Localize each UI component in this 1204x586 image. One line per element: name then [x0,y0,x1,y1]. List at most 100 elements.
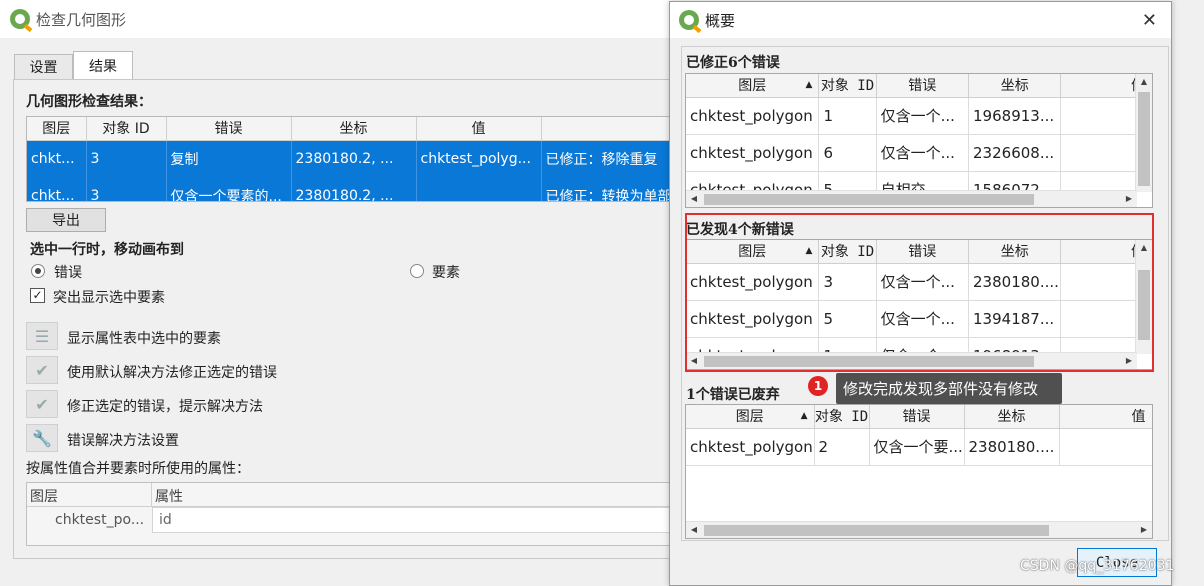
cell-layer: chktest_polygon [686,134,820,172]
col-header-value[interactable]: 值 [1059,405,1152,429]
cell-error: 仅含一个要素的... [166,177,292,201]
cell-resolution: 已修正：转换为单部 [541,177,685,201]
cell-value: chktest_polyg... [416,140,542,177]
col-header-feature-id[interactable]: 对象 ID [818,74,877,98]
discarded-errors-table[interactable]: 图层 ▲ 对象 ID 错误 坐标 值 chktest_polygon 2 仅含一个… [685,404,1153,539]
attr-col-layer: 图层 [30,489,58,505]
scrollbar-thumb[interactable] [704,194,1034,205]
results-table[interactable]: 图层 对象 ID 错误 坐标 值 chkt... 3 复制 2380180.2,… [26,116,686,202]
cell-layer: chkt... [27,140,87,177]
action-resolution-settings[interactable]: 错误解决方法设置 [67,430,179,450]
cell-resolution: 已修正：移除重复 [541,140,685,177]
qgis-logo-icon [679,10,699,30]
col-header-coordinates[interactable]: 坐标 [291,117,417,141]
cell-coordinates: 2380180.... [964,428,1060,466]
cell-coordinates: 2380180.2, ... [291,177,417,201]
radio-feature[interactable] [410,264,424,278]
table-row[interactable]: chktest_polygon 1 仅含一个... 1968913... [686,97,1152,135]
cell-feature-id: 3 [86,140,167,177]
attr-table-header: 图层 属性 [27,483,685,507]
watermark: CSDN @qq_31762031 [1020,558,1175,574]
horizontal-scrollbar[interactable]: ◀ ▶ [686,521,1152,538]
cell-feature-id: 6 [818,134,877,172]
col-header-error[interactable]: 错误 [876,74,970,98]
export-button[interactable]: 导出 [26,208,106,232]
cell-coordinates: 1968913... [968,97,1062,135]
col-header-feature-id[interactable]: 对象 ID [86,117,167,141]
attr-row-layer: chktest_po... [55,512,145,528]
highlight-checkbox[interactable]: ✓ [30,288,45,303]
highlight-box [685,213,1154,372]
attr-col-divider [151,483,152,507]
scroll-up-icon[interactable]: ▲ [1136,74,1152,90]
cell-coordinates: 2380180.2, ... [291,140,417,177]
cell-layer: chktest_polygon [686,97,820,135]
action-show-in-attribute-table[interactable]: 显示属性表中选中的要素 [67,328,221,348]
cell-value [1059,428,1152,466]
col-header-layer[interactable]: 图层 ▲ [686,74,820,98]
wrench-icon[interactable]: 🔧 [26,424,58,452]
section-title-fixed: 已修正6个错误 [686,55,780,71]
tab-results[interactable]: 结果 [73,51,133,80]
attr-col-attribute: 属性 [155,489,183,505]
sort-up-icon: ▲ [805,80,813,90]
cell-coordinates: 2326608... [968,134,1062,172]
tab-settings[interactable]: 设置 [14,54,73,79]
fix-prompt-icon[interactable]: ✔ [26,390,58,418]
cell-error: 仅含一个要... [869,428,965,466]
annotation-badge: 1 [808,376,828,396]
cell-feature-id: 3 [86,177,167,201]
action-fix-prompt[interactable]: 修正选定的错误，提示解决方法 [67,396,263,416]
col-header-layer[interactable]: 图层 ▲ [686,405,815,429]
sort-up-icon: ▲ [800,411,808,421]
scrollbar-thumb[interactable] [704,525,1049,536]
merge-attribute-table: 图层 属性 chktest_po... id [26,482,686,546]
qgis-logo-icon [10,9,30,29]
col-header-layer[interactable]: 图层 [27,117,87,141]
cell-layer: chktest_polygon [686,428,815,466]
move-canvas-label: 选中一行时，移动画布到 [30,242,184,258]
table-row[interactable]: chktest_polygon 2 仅含一个要... 2380180.... [686,428,1152,466]
vertical-scrollbar[interactable]: ▲ [1135,74,1152,192]
close-icon[interactable]: ✕ [1142,10,1157,31]
main-window-title: 检查几何图形 [36,10,127,29]
cell-error: 复制 [166,140,292,177]
radio-error-label[interactable]: 错误 [54,262,82,282]
table-row[interactable]: chkt... 3 仅含一个要素的... 2380180.2, ... 已修正：… [27,177,685,201]
col-header-feature-id[interactable]: 对象 ID [814,405,870,429]
summary-dialog-title: 概要 [705,11,736,30]
col-header-error[interactable]: 错误 [869,405,965,429]
action-fix-default[interactable]: 使用默认解决方法修正选定的错误 [67,362,277,382]
section-title-discarded: 1个错误已废弃 [686,387,780,403]
col-header-coordinates[interactable]: 坐标 [964,405,1060,429]
col-header-coordinates[interactable]: 坐标 [968,74,1062,98]
highlight-checkbox-label[interactable]: 突出显示选中要素 [53,287,165,307]
cell-value [416,177,542,201]
merge-attribute-label: 按属性值合并要素时所使用的属性： [26,461,250,477]
cell-error: 仅含一个... [876,134,970,172]
cell-layer: chkt... [27,177,87,201]
col-header-error[interactable]: 错误 [166,117,292,141]
attribute-select[interactable]: id [152,507,684,533]
attribute-table-icon[interactable]: ☰ [26,322,58,350]
fix-default-icon[interactable]: ✔ [26,356,58,384]
results-heading: 几何图形检查结果： [26,94,152,110]
col-header-resolution[interactable] [541,117,685,141]
col-header-value[interactable]: 值 [416,117,542,141]
horizontal-scrollbar[interactable]: ◀ ▶ [686,190,1137,207]
scroll-right-icon[interactable]: ▶ [1121,191,1137,207]
table-row[interactable]: chktest_polygon 6 仅含一个... 2326608... [686,134,1152,172]
cell-error: 仅含一个... [876,97,970,135]
table-row[interactable]: chkt... 3 复制 2380180.2, ... chktest_poly… [27,140,685,177]
scroll-left-icon[interactable]: ◀ [686,191,702,207]
cell-feature-id: 2 [814,428,870,466]
scroll-left-icon[interactable]: ◀ [686,522,702,538]
annotation-tooltip: 修改完成发现多部件没有修改 [836,373,1062,404]
scrollbar-thumb[interactable] [1138,92,1150,186]
fixed-errors-table[interactable]: 图层▲ 对象 ID 错误 坐标 值 chktest_polygon 1 仅含一个… [685,73,1153,208]
scroll-right-icon[interactable]: ▶ [1136,522,1152,538]
summary-titlebar: 概要 ✕ [670,2,1171,38]
radio-error[interactable] [31,264,45,278]
cell-feature-id: 1 [818,97,877,135]
radio-feature-label[interactable]: 要素 [432,262,460,282]
